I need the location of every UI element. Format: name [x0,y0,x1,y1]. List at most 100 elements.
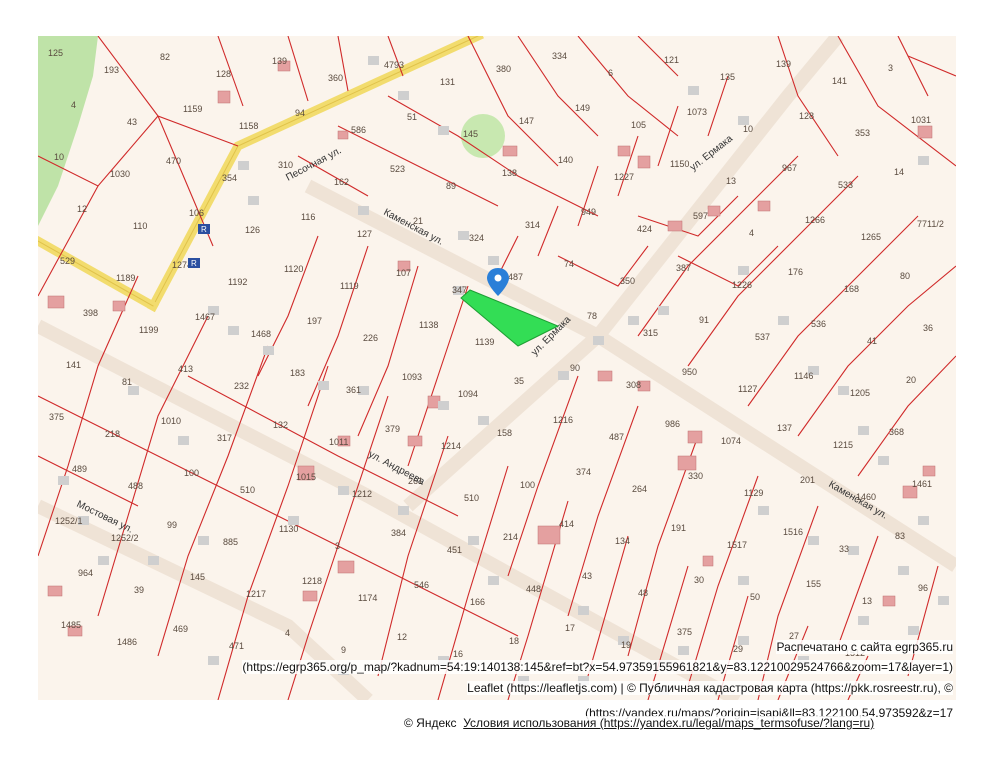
plot-number: 950 [682,367,697,377]
plot-number: 183 [290,368,305,378]
plot-number: 158 [497,428,512,438]
plot-number: 1010 [161,416,181,426]
plot-number: 967 [782,163,797,173]
plot-number: 43 [127,117,137,127]
plot-number: 1073 [687,107,707,117]
plot-number: 469 [173,624,188,634]
plot-number: 10 [54,152,64,162]
plot-number: 1461 [912,479,932,489]
plot-number: 1214 [441,441,461,451]
plot-number: 141 [66,360,81,370]
plot-number: 81 [122,377,132,387]
plot-number: 13 [862,596,872,606]
plot-number: 127 [357,229,372,239]
plot-number: 350 [620,276,635,286]
plot-number: 424 [637,224,652,234]
plot-number: 597 [693,211,708,221]
plot-number: 1467 [195,312,215,322]
plot-number: 330 [688,471,703,481]
plot-number: 3 [888,63,893,73]
plot-number: 375 [677,627,692,637]
plot-number: 1218 [302,576,322,586]
plot-number: 1486 [117,637,137,647]
svg-text:R: R [201,225,207,234]
plot-number: 168 [844,284,859,294]
plot-number: 361 [346,385,361,395]
plot-number: 121 [664,55,679,65]
plot-number: 398 [83,308,98,318]
plot-number: 537 [755,332,770,342]
plot-number: 354 [222,173,237,183]
plot-number: 19 [621,640,631,650]
plot-number: 414 [559,519,574,529]
plot-number: 232 [234,381,249,391]
plot-number: 1252/2 [111,533,139,543]
plot-number: 586 [351,125,366,135]
plot-number: 83 [895,531,905,541]
plot-number: 16 [453,649,463,659]
plot-number: 1226 [732,280,752,290]
plot-number: 1468 [251,329,271,339]
plot-number: 317 [217,433,232,443]
street-label-kamenskaya-bottom: Каменская ул. [827,479,890,522]
plot-number: 380 [496,64,511,74]
plot-number: 1205 [850,388,870,398]
printed-from-text: Распечатано с сайта egrp365.ru [776,640,953,654]
plot-number: 448 [526,584,541,594]
plot-number: 1189 [116,273,135,283]
plot-number: 145 [463,129,478,139]
plot-number: 90 [570,363,580,373]
plot-number: 39 [134,585,144,595]
plot-number: 489 [72,464,87,474]
plot-number: 12 [77,204,87,214]
plot-number: 487 [508,272,523,282]
plot-number: 145 [190,572,205,582]
plot-number: 360 [328,73,343,83]
plot-number: 384 [391,528,406,538]
plot-number: 1159 [183,104,202,114]
plot-number: 126 [245,225,260,235]
leaflet-attribution[interactable]: Leaflet (https://leafletjs.com) | © Публ… [467,681,953,695]
plot-number: 132 [273,420,288,430]
plot-number: 1192 [228,277,247,287]
plot-number: 1120 [284,264,303,274]
plot-number: 1127 [738,384,757,394]
terms-link[interactable]: Условия использования (https://yandex.ru… [463,716,874,730]
plot-number: 387 [676,263,691,273]
svg-text:R: R [191,259,197,268]
plot-number: 1015 [296,472,316,482]
plot-number: 106 [189,208,204,218]
plot-number: 35 [514,376,524,386]
plot-number: 147 [519,116,534,126]
plot-number: 536 [811,319,826,329]
source-url-text[interactable]: (https://egrp365.org/p_map/?kadnum=54:19… [242,660,953,674]
plot-number: 451 [447,545,462,555]
plot-number: 96 [918,583,928,593]
plot-number: 10 [743,124,753,134]
plot-number: 82 [160,52,170,62]
plot-number: 1129 [744,488,763,498]
plot-number: 1011 [329,437,348,447]
cadastral-map[interactable]: 125 193 82 128 139 360 4793 131 380 334 6 121 135 139… [38,36,956,700]
plot-number: 36 [923,323,933,333]
plot-number: 12 [397,632,407,642]
plot-number: 78 [587,311,597,321]
plot-number: 4 [285,628,290,638]
plot-number: 89 [446,181,456,191]
plot-number: 510 [464,493,479,503]
plot-number: 1130 [279,524,298,534]
plot-number: 1266 [805,215,825,225]
plot-number: 353 [855,128,870,138]
plot-number: 7711/2 [917,219,944,229]
map-canvas[interactable]: 1251938212813936047931313803346121135139… [38,36,956,700]
plot-number: 166 [470,597,485,607]
plot-number: 50 [750,592,760,602]
plot-number: 374 [576,467,591,477]
plot-number: 74 [564,259,574,269]
plot-number: 1031 [911,115,931,125]
plot-number: 488 [128,481,143,491]
plot-number: 1212 [352,489,372,499]
plot-number: 139 [776,59,791,69]
plot-number: 964 [78,568,93,578]
plot-number: 1119 [340,281,359,291]
